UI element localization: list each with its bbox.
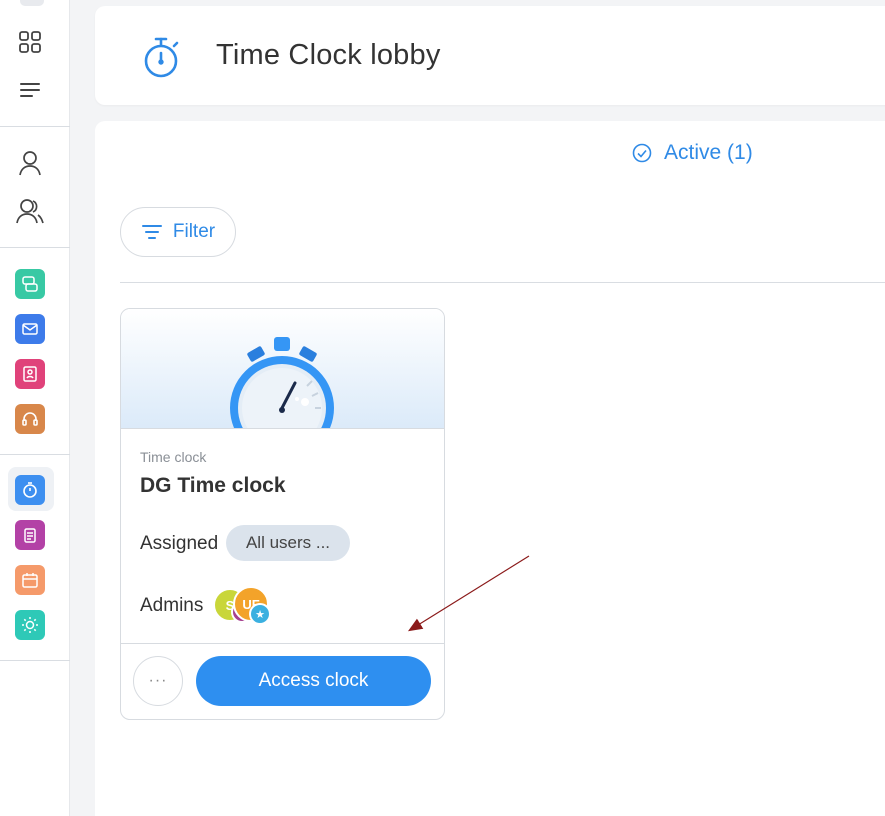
admins-label: Admins: [140, 595, 204, 616]
content-divider: [120, 282, 885, 283]
main-panel: Active (1) Filter Time clock DG Time clo…: [95, 121, 885, 816]
more-dots-icon: ···: [148, 672, 168, 689]
sidebar: [0, 0, 70, 816]
chat-app-icon[interactable]: [15, 269, 45, 299]
stopwatch-icon: [141, 36, 181, 80]
time-clock-card: Time clock DG Time clock Assigned All us…: [120, 308, 445, 720]
sidebar-divider: [0, 660, 70, 661]
tab-active[interactable]: Active (1): [632, 138, 753, 168]
page-title: Time Clock lobby: [216, 39, 441, 71]
stopwatch-app-icon[interactable]: [15, 475, 45, 505]
card-type: Time clock: [140, 449, 207, 465]
star-badge-icon: ★: [249, 603, 271, 625]
user-icon[interactable]: [15, 148, 45, 178]
sidebar-top-item[interactable]: [20, 0, 44, 6]
check-circle-icon: [632, 143, 652, 163]
users-icon[interactable]: [15, 196, 45, 226]
grid-icon[interactable]: [15, 27, 45, 57]
access-clock-button[interactable]: Access clock: [196, 656, 431, 706]
card-hero: [121, 309, 444, 429]
page-header: Time Clock lobby: [95, 6, 885, 105]
card-footer-divider: [121, 643, 444, 644]
assigned-users-badge[interactable]: All users ...: [226, 525, 350, 561]
support-app-icon[interactable]: [15, 404, 45, 434]
assigned-label: Assigned: [140, 533, 219, 554]
menu-lines-icon[interactable]: [15, 75, 45, 105]
sidebar-divider: [0, 126, 70, 127]
filter-icon: [141, 225, 162, 239]
filter-label: Filter: [172, 221, 216, 242]
sun-app-icon[interactable]: [15, 610, 45, 640]
calendar-app-icon[interactable]: [15, 565, 45, 595]
clipboard-app-icon[interactable]: [15, 520, 45, 550]
directory-app-icon[interactable]: [15, 359, 45, 389]
mail-app-icon[interactable]: [15, 314, 45, 344]
tab-active-label: Active (1): [664, 141, 753, 164]
stopwatch-illustration-icon: [230, 337, 334, 428]
card-title: DG Time clock: [140, 474, 286, 497]
filter-button[interactable]: Filter: [120, 207, 236, 257]
sidebar-divider: [0, 454, 70, 455]
sidebar-divider: [0, 247, 70, 248]
more-options-button[interactable]: ···: [133, 656, 183, 706]
